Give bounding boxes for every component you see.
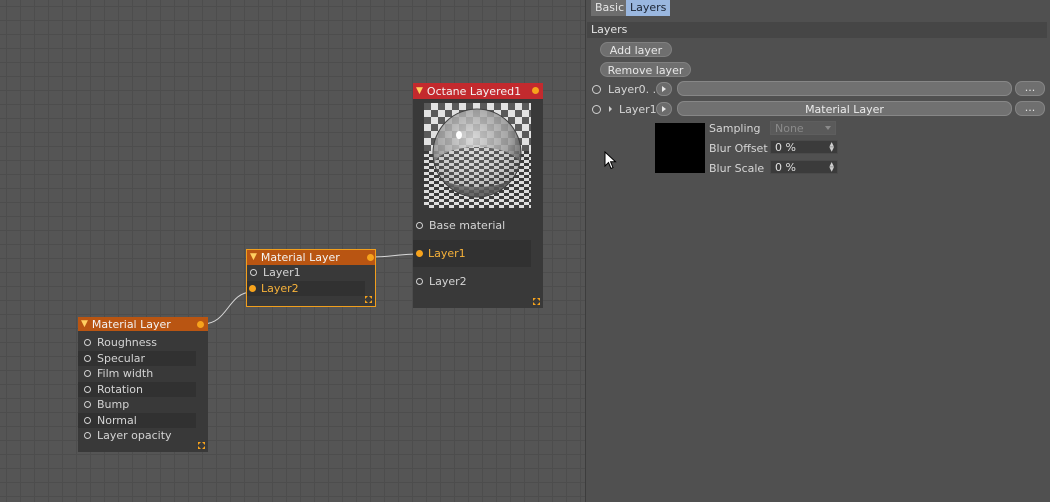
wire-ml2-to-ml1-layer2: [202, 291, 253, 325]
port-label: Layer2: [429, 275, 467, 288]
layer0-more-button[interactable]: ...: [1015, 81, 1045, 96]
mouse-cursor-icon: [604, 151, 617, 170]
layer0-name: Layer0. .: [608, 83, 657, 96]
layer0-play-arrow-icon[interactable]: [656, 82, 672, 96]
add-layer-button[interactable]: Add layer: [600, 42, 672, 57]
port-label: Layer1: [428, 247, 466, 260]
port-label: Rotation: [97, 382, 144, 396]
input-layer-opacity[interactable]: Layer opacity: [78, 428, 196, 444]
attribute-panel: Basic Layers Layers Add layer Remove lay…: [586, 0, 1050, 502]
layer0-enable-radio[interactable]: [592, 85, 601, 94]
input-specular[interactable]: Specular: [78, 350, 196, 366]
resize-handle-icon[interactable]: [533, 298, 540, 305]
octane-input-base-material[interactable]: Base material: [413, 212, 531, 239]
port-label: Layer2: [261, 281, 299, 295]
port-label: Layer1: [263, 266, 301, 280]
input-port-icon[interactable]: [416, 278, 423, 285]
material-layer-node-title: Material Layer: [91, 317, 171, 331]
dropdown-arrow-icon: [825, 126, 831, 130]
octane-input-layer2[interactable]: Layer2: [413, 268, 531, 295]
sampling-label: Sampling: [709, 122, 761, 135]
spinner-arrows-icon[interactable]: ▲ ▼: [829, 142, 834, 153]
blur-scale-field[interactable]: 0 % ▲ ▼: [770, 160, 838, 174]
input-port-icon[interactable]: [84, 370, 91, 378]
input-roughness[interactable]: Roughness: [78, 335, 196, 351]
blur-offset-field[interactable]: 0 % ▲ ▼: [770, 140, 838, 154]
input-film-width[interactable]: Film width: [78, 366, 196, 382]
resize-handle-icon[interactable]: [365, 296, 372, 303]
input-port-icon[interactable]: [250, 269, 257, 277]
material-preview-image: [424, 103, 531, 208]
output-port-icon[interactable]: [532, 87, 539, 94]
output-port-icon[interactable]: [197, 321, 204, 328]
layer1-more-button[interactable]: ...: [1015, 101, 1045, 116]
collapse-triangle-icon[interactable]: ▼: [81, 319, 88, 329]
material-layer-node-2[interactable]: ▼ Material Layer Roughness Specular Film…: [78, 317, 208, 452]
layer1-play-arrow-icon[interactable]: [656, 102, 672, 116]
blur-offset-label: Blur Offset: [709, 142, 768, 155]
collapse-triangle-icon[interactable]: ▼: [416, 86, 423, 96]
layer-color-swatch: [655, 123, 705, 173]
blur-scale-label: Blur Scale: [709, 162, 765, 175]
input-normal[interactable]: Normal: [78, 412, 196, 428]
material-layer-input-layer2[interactable]: Layer2: [247, 280, 365, 296]
port-label: Normal: [97, 413, 137, 427]
sampling-dropdown[interactable]: None: [770, 121, 836, 135]
layer1-name: Layer1: [619, 103, 657, 116]
port-label: Roughness: [97, 336, 158, 350]
resize-handle-icon[interactable]: [198, 442, 205, 449]
port-label: Bump: [97, 398, 130, 412]
layers-section-header[interactable]: Layers: [587, 22, 1047, 38]
port-label: Film width: [97, 367, 154, 381]
material-layer-input-layer1[interactable]: Layer1: [247, 265, 375, 281]
tab-basic[interactable]: Basic: [591, 0, 629, 16]
material-layer-node-header[interactable]: ▼ Material Layer: [247, 250, 375, 265]
layer1-enable-radio[interactable]: [592, 105, 601, 114]
input-port-icon[interactable]: [84, 401, 91, 409]
spinner-arrows-icon[interactable]: ▲ ▼: [829, 162, 834, 173]
port-label: Base material: [429, 219, 506, 232]
wire-ml1-to-octane-layer1: [370, 253, 420, 258]
node-editor-canvas[interactable]: ▼ Octane Layered1 Base material Layer1 L…: [0, 0, 586, 502]
input-port-icon[interactable]: [84, 339, 91, 347]
octane-layered-node[interactable]: ▼ Octane Layered1 Base material Layer1 L…: [413, 83, 543, 308]
input-port-icon[interactable]: [84, 432, 91, 440]
port-label: Specular: [97, 351, 146, 365]
layer1-expand-triangle-icon[interactable]: [609, 106, 612, 112]
layer1-material-link[interactable]: Material Layer: [677, 101, 1012, 116]
tab-layers[interactable]: Layers: [626, 0, 671, 16]
octane-layered-node-title: Octane Layered1: [426, 84, 522, 98]
blur-offset-value: 0 %: [775, 141, 796, 154]
connected-port-icon[interactable]: [249, 284, 256, 292]
remove-layer-button[interactable]: Remove layer: [600, 62, 691, 77]
collapse-triangle-icon[interactable]: ▼: [250, 253, 257, 262]
layer0-material-link[interactable]: [677, 81, 1012, 96]
connected-port-icon[interactable]: [416, 250, 423, 257]
output-port-icon[interactable]: [367, 254, 374, 261]
blur-scale-value: 0 %: [775, 161, 796, 174]
input-port-icon[interactable]: [416, 222, 423, 229]
input-port-icon[interactable]: [84, 416, 91, 424]
material-layer-node-title: Material Layer: [260, 251, 340, 264]
material-layer-node-header[interactable]: ▼ Material Layer: [78, 317, 208, 331]
octane-layered-node-header[interactable]: ▼ Octane Layered1: [413, 83, 543, 99]
octane-input-layer1[interactable]: Layer1: [413, 240, 531, 267]
input-bump[interactable]: Bump: [78, 397, 196, 413]
input-port-icon[interactable]: [84, 354, 91, 362]
sampling-value: None: [775, 122, 804, 135]
material-layer-node-1[interactable]: ▼ Material Layer Layer1 Layer2: [246, 249, 376, 307]
input-port-icon[interactable]: [84, 385, 91, 393]
input-rotation[interactable]: Rotation: [78, 381, 196, 397]
port-label: Layer opacity: [97, 429, 172, 443]
